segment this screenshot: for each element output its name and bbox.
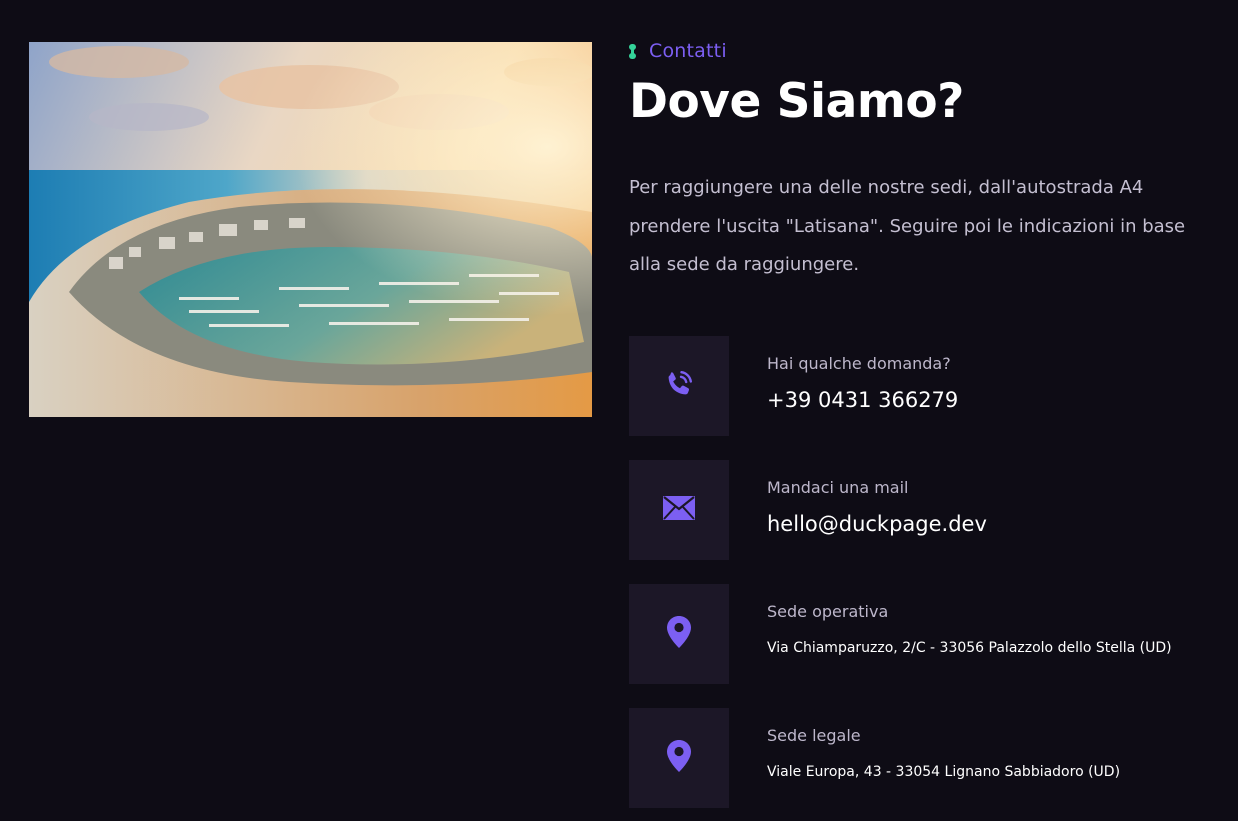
directions-paragraph: Per raggiungere una delle nostre sedi, d… <box>629 177 1186 275</box>
eyebrow-marker-icon <box>629 43 636 59</box>
contact-item-legal-office: Sede legale Viale Europa, 43 - 33054 Lig… <box>629 708 1219 808</box>
operational-office-icon-box <box>629 584 729 684</box>
phone-number-link[interactable]: +39 0431 366279 <box>767 386 1217 414</box>
operational-office-label: Sede operativa <box>767 602 889 621</box>
contact-section: Contatti Dove Siamo? Per raggiungere una… <box>0 0 1238 821</box>
contact-item-phone: Hai qualche domanda? +39 0431 366279 <box>629 336 1219 436</box>
mail-icon <box>662 495 696 525</box>
contact-item-operational-office: Sede operativa Via Chiamparuzzo, 2/C - 3… <box>629 584 1219 684</box>
phone-call-icon <box>663 368 695 404</box>
operational-office-address: Via Chiamparuzzo, 2/C - 33056 Palazzolo … <box>767 640 1172 656</box>
email-label: Mandaci una mail <box>767 478 909 497</box>
contact-heading-block: Contatti Dove Siamo? Per raggiungere una… <box>629 38 1219 285</box>
email-text: Mandaci una mail hello@duckpage.dev <box>767 477 1217 538</box>
contact-item-email: Mandaci una mail hello@duckpage.dev <box>629 460 1219 560</box>
legal-office-address: Viale Europa, 43 - 33054 Lignano Sabbiad… <box>767 764 1121 780</box>
location-pin-icon <box>666 615 692 653</box>
section-eyebrow: Contatti <box>629 38 1219 64</box>
legal-office-icon-box <box>629 708 729 808</box>
phone-label: Hai qualche domanda? <box>767 354 951 373</box>
contact-list: Hai qualche domanda? +39 0431 366279 Man… <box>629 336 1219 821</box>
email-link[interactable]: hello@duckpage.dev <box>767 510 1217 538</box>
phone-icon-box <box>629 336 729 436</box>
coastal-aerial-photo <box>29 42 592 417</box>
legal-office-label: Sede legale <box>767 726 861 745</box>
eyebrow-label: Contatti <box>649 40 727 62</box>
location-pin-icon <box>666 739 692 777</box>
mail-icon-box <box>629 460 729 560</box>
page-title: Dove Siamo? <box>629 74 964 129</box>
operational-office-text: Sede operativa Via Chiamparuzzo, 2/C - 3… <box>767 601 1217 658</box>
phone-text: Hai qualche domanda? +39 0431 366279 <box>767 353 1217 414</box>
legal-office-text: Sede legale Viale Europa, 43 - 33054 Lig… <box>767 725 1217 782</box>
